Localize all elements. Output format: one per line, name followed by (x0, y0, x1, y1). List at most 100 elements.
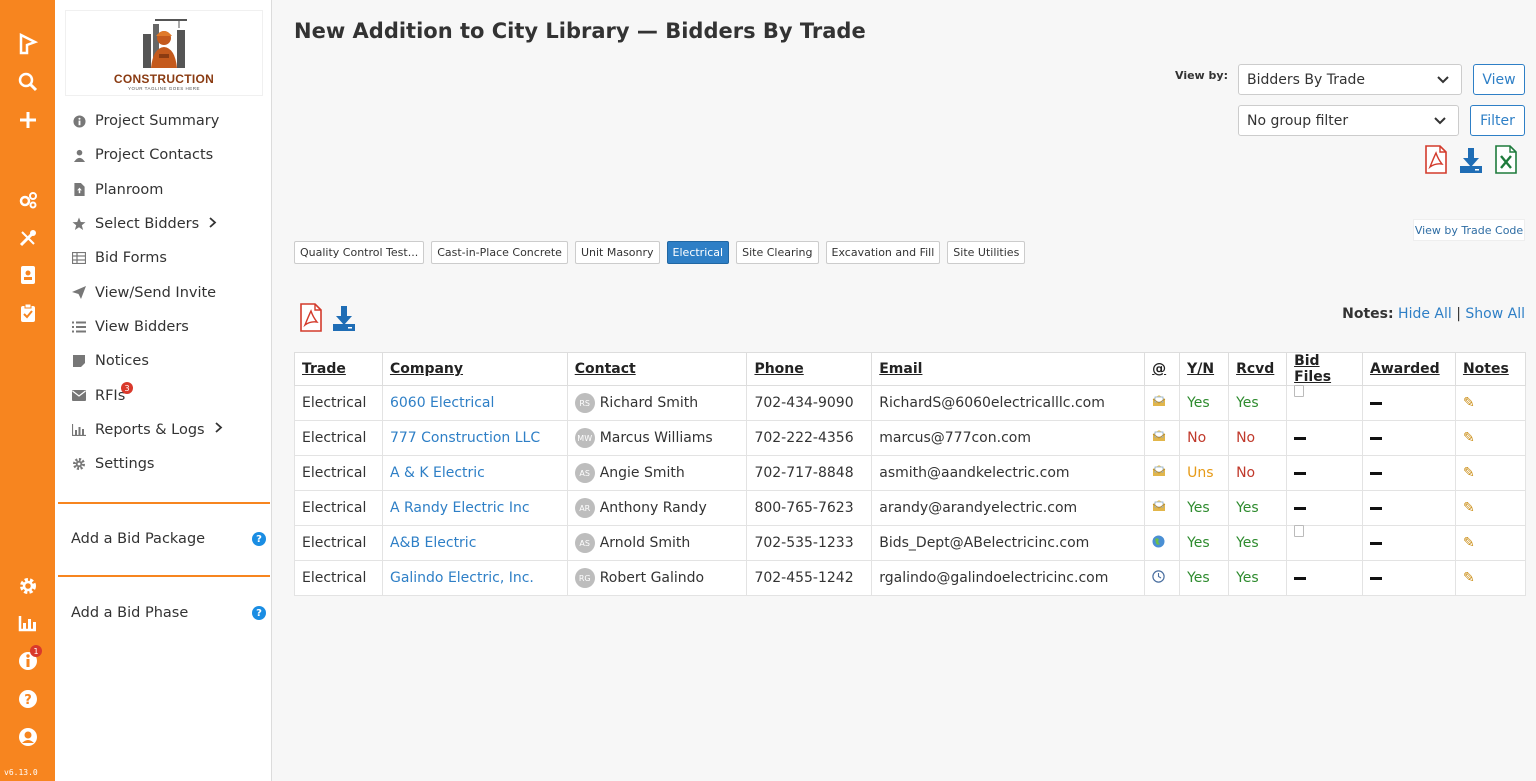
add-bid-phase-link[interactable]: Add a Bid Phase ? (71, 605, 266, 621)
column-header-trade[interactable]: Trade (294, 352, 383, 386)
dash-icon (1369, 471, 1382, 475)
sidebar: CONSTRUCTION YOUR TAGLINE GOES HERE Proj… (55, 0, 272, 781)
tab-excavation-and-fill[interactable]: Excavation and Fill (825, 241, 941, 264)
bar-chart-icon[interactable] (14, 611, 41, 635)
column-header-at[interactable]: @ (1144, 352, 1181, 386)
sidebar-item-rfis[interactable]: RFIs 3 (55, 378, 272, 412)
column-header-email[interactable]: Email (871, 352, 1146, 386)
tab-site-utilities[interactable]: Site Utilities (947, 241, 1026, 264)
clock-icon[interactable] (1152, 569, 1165, 587)
pencil-icon[interactable]: ✎ (1463, 570, 1475, 586)
column-header-rcvd[interactable]: Rcvd (1228, 352, 1288, 386)
sidebar-item-settings[interactable]: Settings (55, 447, 272, 481)
awarded-cell (1361, 560, 1456, 596)
tools-icon[interactable] (14, 226, 41, 250)
view-by-select[interactable]: Bidders By Trade (1238, 64, 1462, 95)
company-link[interactable]: A Randy Electric Inc (381, 490, 568, 526)
tab-site-clearing[interactable]: Site Clearing (736, 241, 819, 264)
info-circle-icon (72, 114, 86, 128)
clipboard-check-icon[interactable] (14, 301, 41, 325)
column-header-contact[interactable]: Contact (566, 352, 748, 386)
filter-button[interactable]: Filter (1470, 105, 1525, 136)
email-status-cell (1144, 455, 1181, 491)
hide-all-notes-link[interactable]: Hide All (1398, 306, 1452, 322)
pencil-icon[interactable]: ✎ (1463, 535, 1475, 551)
tab-electrical[interactable]: Electrical (666, 241, 730, 264)
contact-name: Anthony Randy (599, 500, 707, 516)
table-export-icons (300, 303, 356, 336)
chevron-right-icon (209, 216, 217, 232)
gear-icon[interactable] (14, 574, 41, 598)
dash-icon (1369, 541, 1382, 545)
pdf-icon[interactable] (300, 303, 322, 336)
help-icon[interactable]: ? (252, 606, 266, 620)
company-link[interactable]: A & K Electric (381, 455, 568, 491)
tab-quality-control-test[interactable]: Quality Control Test... (294, 241, 425, 264)
phone-cell: 702-535-1233 (746, 525, 873, 561)
email-opened-icon[interactable] (1152, 395, 1166, 411)
pencil-icon[interactable]: ✎ (1463, 395, 1475, 411)
sidebar-item-label: Select Bidders (95, 216, 200, 233)
sidebar-item-project-summary[interactable]: Project Summary (55, 104, 272, 138)
avatar: AS (574, 463, 595, 483)
globe-icon[interactable] (1152, 535, 1165, 552)
sidebar-item-label: Project Contacts (95, 147, 214, 164)
company-link[interactable]: A&B Electric (381, 525, 568, 561)
table-icon (72, 251, 86, 265)
column-header-awarded[interactable]: Awarded (1361, 352, 1456, 386)
view-by-trade-code-button[interactable]: View by Trade Code (1413, 219, 1525, 241)
sidebar-item-reports-logs[interactable]: Reports & Logs (55, 413, 272, 447)
help-icon[interactable]: ? (14, 687, 41, 711)
sidebar-item-view-bidders[interactable]: View Bidders (55, 310, 272, 344)
download-icon[interactable] (332, 303, 356, 336)
table-row: Electrical A&B Electric AS Arnold Smith 702-… (294, 525, 1527, 561)
pdf-icon[interactable] (1425, 145, 1447, 178)
tab-unit-masonry[interactable]: Unit Masonry (574, 241, 660, 264)
yn-cell: Yes (1179, 560, 1230, 596)
email-opened-icon[interactable] (1152, 500, 1166, 516)
dash-icon (1294, 576, 1307, 580)
user-icon[interactable] (14, 725, 41, 749)
trade-cell: Electrical (294, 560, 383, 596)
table-row: Electrical A Randy Electric Inc AR Anthony … (294, 490, 1527, 526)
column-header-company[interactable]: Company (381, 352, 568, 386)
add-bid-package-link[interactable]: Add a Bid Package ? (71, 531, 266, 547)
sidebar-item-view-send-invite[interactable]: View/Send Invite (55, 275, 272, 309)
avatar: RG (574, 568, 595, 588)
search-icon[interactable] (14, 70, 41, 94)
column-header-phone[interactable]: Phone (746, 352, 873, 386)
email-opened-icon[interactable] (1152, 465, 1166, 481)
sidebar-item-notices[interactable]: Notices (55, 344, 272, 378)
bid-file-icon[interactable] (1294, 525, 1305, 537)
info-icon[interactable]: 1 (14, 645, 42, 673)
column-header-bid-files[interactable]: Bid Files (1286, 352, 1363, 386)
company-link[interactable]: Galindo Electric, Inc. (381, 560, 568, 596)
company-link[interactable]: 6060 Electrical (381, 385, 568, 421)
pencil-icon[interactable]: ✎ (1463, 465, 1475, 481)
bid-file-icon[interactable] (1294, 385, 1305, 397)
plus-icon[interactable] (14, 108, 41, 132)
app-logo-icon[interactable] (14, 32, 41, 56)
column-header-yn[interactable]: Y/N (1179, 352, 1230, 386)
pencil-icon[interactable]: ✎ (1463, 430, 1475, 446)
download-icon[interactable] (1459, 145, 1483, 178)
notes-label: Notes: (1342, 306, 1394, 322)
settings-group-icon[interactable] (14, 188, 41, 212)
excel-icon[interactable] (1495, 145, 1517, 178)
view-button[interactable]: View (1473, 64, 1525, 95)
column-header-notes[interactable]: Notes (1454, 352, 1527, 386)
company-link[interactable]: 777 Construction LLC (381, 420, 568, 456)
pencil-icon[interactable]: ✎ (1463, 500, 1475, 516)
contact-book-icon[interactable] (14, 263, 41, 287)
sidebar-item-select-bidders[interactable]: Select Bidders (55, 207, 272, 241)
help-icon[interactable]: ? (252, 532, 266, 546)
show-all-notes-link[interactable]: Show All (1465, 306, 1525, 322)
tab-cast-in-place-concrete[interactable]: Cast-in-Place Concrete (431, 241, 568, 264)
sidebar-item-project-contacts[interactable]: Project Contacts (55, 138, 272, 172)
sidebar-item-planroom[interactable]: Planroom (55, 173, 272, 207)
group-filter-select[interactable]: No group filter (1238, 105, 1459, 136)
notes-cell: ✎ (1454, 385, 1527, 421)
sidebar-item-bid-forms[interactable]: Bid Forms (55, 241, 272, 275)
email-opened-icon[interactable] (1152, 430, 1166, 446)
rcvd-cell: Yes (1228, 490, 1288, 526)
